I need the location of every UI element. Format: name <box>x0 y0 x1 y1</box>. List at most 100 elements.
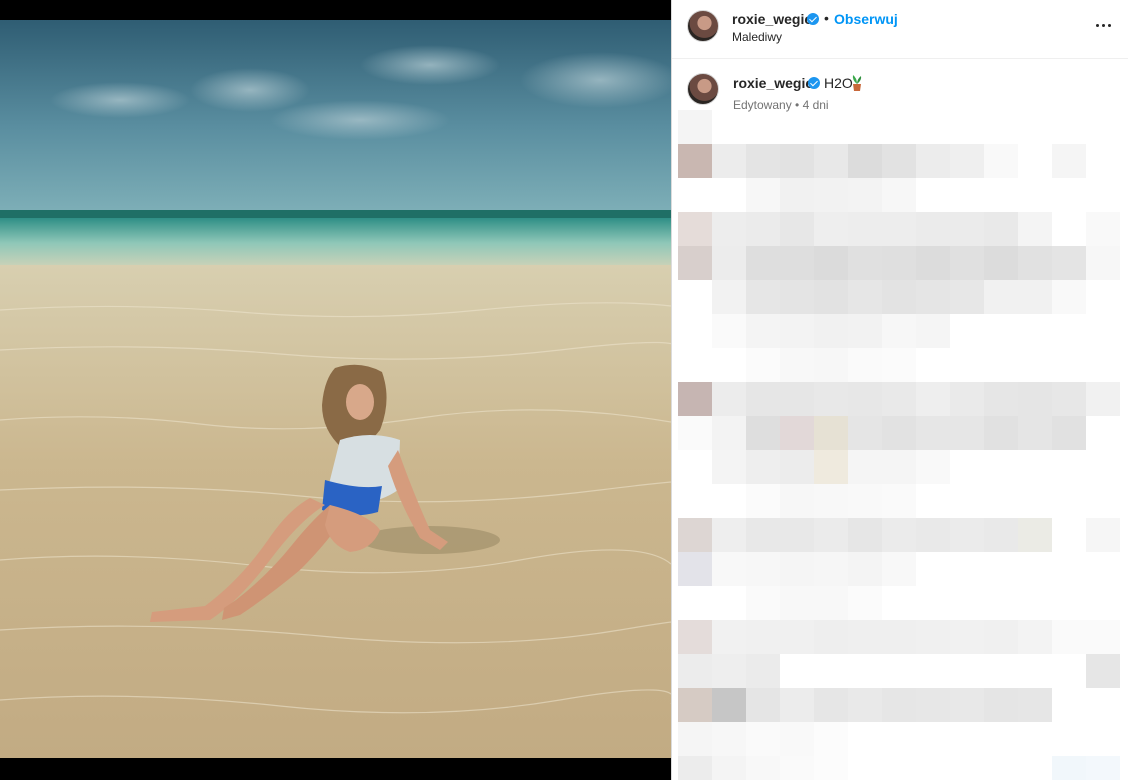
pixelated-block <box>814 450 848 484</box>
pixelated-block <box>882 688 916 722</box>
pixelated-block <box>848 484 882 518</box>
pixelated-block <box>780 688 814 722</box>
pixelated-block <box>984 280 1018 314</box>
author-username[interactable]: roxie_wegiel <box>732 11 816 27</box>
pixelated-block <box>1086 518 1120 552</box>
pixelated-block <box>848 586 882 620</box>
pixelated-block <box>712 518 746 552</box>
pixelated-block <box>780 280 814 314</box>
pixelated-block <box>780 722 814 756</box>
pixelated-block <box>712 620 746 654</box>
pixelated-block <box>848 450 882 484</box>
pixelated-block <box>746 518 780 552</box>
pixelated-block <box>882 484 916 518</box>
pixelated-block <box>746 586 780 620</box>
pixelated-block <box>678 144 712 178</box>
pixelated-block <box>950 280 984 314</box>
pixelated-block <box>848 620 882 654</box>
pixelated-block <box>916 280 950 314</box>
pixelated-block <box>882 314 916 348</box>
pixelated-block <box>678 654 712 688</box>
pixelated-block <box>916 314 950 348</box>
pixelated-block <box>712 450 746 484</box>
pixelated-block <box>984 518 1018 552</box>
pixelated-block <box>984 416 1018 450</box>
pixelated-block <box>1086 654 1120 688</box>
pixelated-block <box>1086 246 1120 280</box>
pixelated-block <box>712 722 746 756</box>
pixelated-block <box>1086 620 1120 654</box>
pixelated-block <box>882 416 916 450</box>
pixelated-block <box>916 416 950 450</box>
post-header: roxie_wegiel • Obserwuj Malediwy <box>672 0 1128 59</box>
pixelated-block <box>814 382 848 416</box>
pixelated-block <box>780 178 814 212</box>
pixelated-block <box>1052 416 1086 450</box>
pixelated-block <box>984 212 1018 246</box>
pixelated-block <box>814 246 848 280</box>
pixelated-block <box>814 144 848 178</box>
pixelated-block <box>780 348 814 382</box>
pixelated-block <box>780 484 814 518</box>
post-photo[interactable] <box>0 20 671 758</box>
pixelated-block <box>746 620 780 654</box>
verified-badge-icon <box>807 13 819 25</box>
pixelated-block <box>712 314 746 348</box>
beach-photo-illustration <box>0 20 671 758</box>
pixelated-block <box>746 382 780 416</box>
pixelated-block <box>780 212 814 246</box>
pixelated-block <box>746 314 780 348</box>
pixelated-block <box>882 212 916 246</box>
pixelated-block <box>1052 756 1086 780</box>
pixelated-block <box>678 416 712 450</box>
pixelated-block <box>780 586 814 620</box>
pixelated-block <box>814 314 848 348</box>
pixelated-block <box>916 382 950 416</box>
pixelated-block <box>882 450 916 484</box>
post-location[interactable]: Malediwy <box>732 30 782 44</box>
pixelated-block <box>814 620 848 654</box>
pixelated-block <box>746 484 780 518</box>
pixelated-block <box>848 552 882 586</box>
pixelated-block <box>678 246 712 280</box>
caption-text: H2O <box>824 75 853 91</box>
pixelated-block <box>848 280 882 314</box>
pixelated-block <box>712 552 746 586</box>
follow-button[interactable]: Obserwuj <box>834 11 898 27</box>
pixelated-block <box>916 688 950 722</box>
pixelated-block <box>950 144 984 178</box>
pixelated-block <box>848 518 882 552</box>
pixelated-block <box>916 144 950 178</box>
pixelated-block <box>916 246 950 280</box>
pixelated-block <box>882 178 916 212</box>
pixelated-block <box>814 484 848 518</box>
pixelated-block <box>848 144 882 178</box>
pixelated-block <box>678 722 712 756</box>
pixelated-block <box>1018 518 1052 552</box>
pixelated-block <box>848 688 882 722</box>
pixelated-block <box>848 314 882 348</box>
pixelated-block <box>780 382 814 416</box>
pixelated-block <box>712 654 746 688</box>
caption-author-username[interactable]: roxie_wegiel <box>733 75 817 91</box>
pixelated-block <box>1018 382 1052 416</box>
pixelated-block <box>780 552 814 586</box>
pixelated-block <box>882 348 916 382</box>
censored-comments-area <box>672 110 1128 780</box>
caption-author-avatar[interactable] <box>687 73 719 105</box>
more-options-icon[interactable] <box>1096 18 1112 34</box>
pixelated-block <box>712 416 746 450</box>
pixelated-block <box>1052 280 1086 314</box>
pixelated-block <box>746 178 780 212</box>
author-avatar[interactable] <box>687 10 719 42</box>
pixelated-block <box>746 688 780 722</box>
pixelated-block <box>780 144 814 178</box>
pixelated-block <box>746 212 780 246</box>
pixelated-block <box>678 688 712 722</box>
pixelated-block <box>848 178 882 212</box>
pixelated-block <box>678 552 712 586</box>
pixelated-block <box>678 756 712 780</box>
pixelated-block <box>1052 144 1086 178</box>
pixelated-block <box>746 348 780 382</box>
pixelated-block <box>678 382 712 416</box>
